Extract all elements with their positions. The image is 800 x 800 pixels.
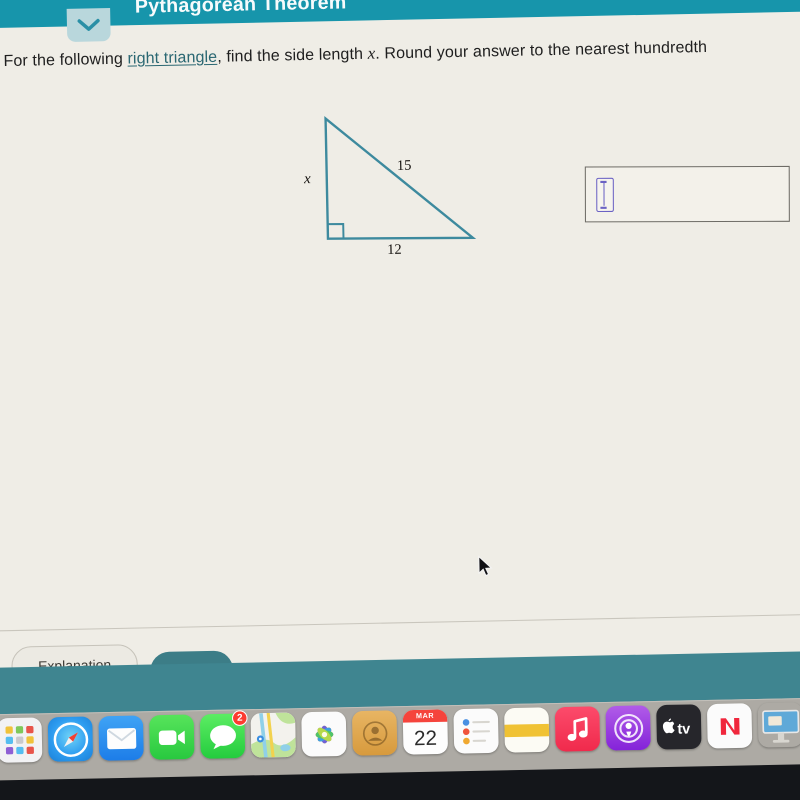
label-base: 12 <box>387 242 402 259</box>
triangle-outline <box>324 116 477 240</box>
safari-icon <box>47 716 94 762</box>
calendar-day: 22 <box>413 726 438 750</box>
music-icon <box>554 706 601 752</box>
dock-item-news[interactable] <box>706 703 753 749</box>
news-icon <box>706 703 753 749</box>
mail-icon <box>98 715 144 761</box>
facetime-icon <box>149 714 195 760</box>
dock-item-facetime[interactable] <box>149 714 195 760</box>
label-vertical-leg: x <box>303 170 311 188</box>
dock-item-safari[interactable] <box>47 716 94 762</box>
chevron-down-icon <box>77 18 100 31</box>
dock-item-appletv[interactable]: tv <box>656 704 702 750</box>
dock-item-music[interactable] <box>554 706 601 752</box>
collapse-toggle[interactable] <box>66 8 111 42</box>
reminders-icon <box>453 708 499 754</box>
podcasts-icon <box>605 705 651 751</box>
calendar-month: MAR <box>402 709 448 723</box>
right-triangle-link[interactable]: right triangle <box>127 48 217 67</box>
dock-item-display[interactable] <box>758 702 800 747</box>
appletv-icon: tv <box>656 704 702 750</box>
dock-item-notes[interactable] <box>504 707 550 753</box>
notes-icon <box>504 707 550 753</box>
prompt-text-after: , find the side length <box>217 45 368 66</box>
dock-item-messages[interactable]: 2 <box>199 710 248 759</box>
dock-item-photos[interactable] <box>301 711 347 757</box>
dock-item-podcasts[interactable] <box>605 705 651 751</box>
maps-icon <box>250 712 296 758</box>
display-icon <box>758 702 800 747</box>
triangle-figure: x 15 12 <box>292 103 502 273</box>
photos-icon <box>301 711 347 757</box>
launchpad-icon <box>0 717 43 763</box>
contacts-icon <box>351 710 398 756</box>
calendar-icon: MAR 22 <box>402 709 449 755</box>
dock-item-contacts[interactable] <box>351 710 398 756</box>
dock-item-reminders[interactable] <box>453 708 499 754</box>
dock-item-mail[interactable] <box>98 715 144 761</box>
screen-content: Pythagorean Theorem For the following ri… <box>0 0 800 800</box>
prompt-text-before: For the following <box>3 50 128 71</box>
dock-item-launchpad[interactable] <box>0 717 43 763</box>
answer-input[interactable] <box>584 165 790 223</box>
dock-item-calendar[interactable]: MAR 22 <box>402 709 449 755</box>
math-input-caret-icon <box>596 177 614 212</box>
mouse-cursor <box>478 555 493 577</box>
right-angle-marker <box>327 223 345 239</box>
svg-text:tv: tv <box>677 721 690 737</box>
label-hypotenuse: 15 <box>396 158 412 175</box>
messages-badge: 2 <box>231 710 248 727</box>
dock-item-maps[interactable] <box>250 712 296 758</box>
screen-photo: Pythagorean Theorem For the following ri… <box>0 0 800 800</box>
